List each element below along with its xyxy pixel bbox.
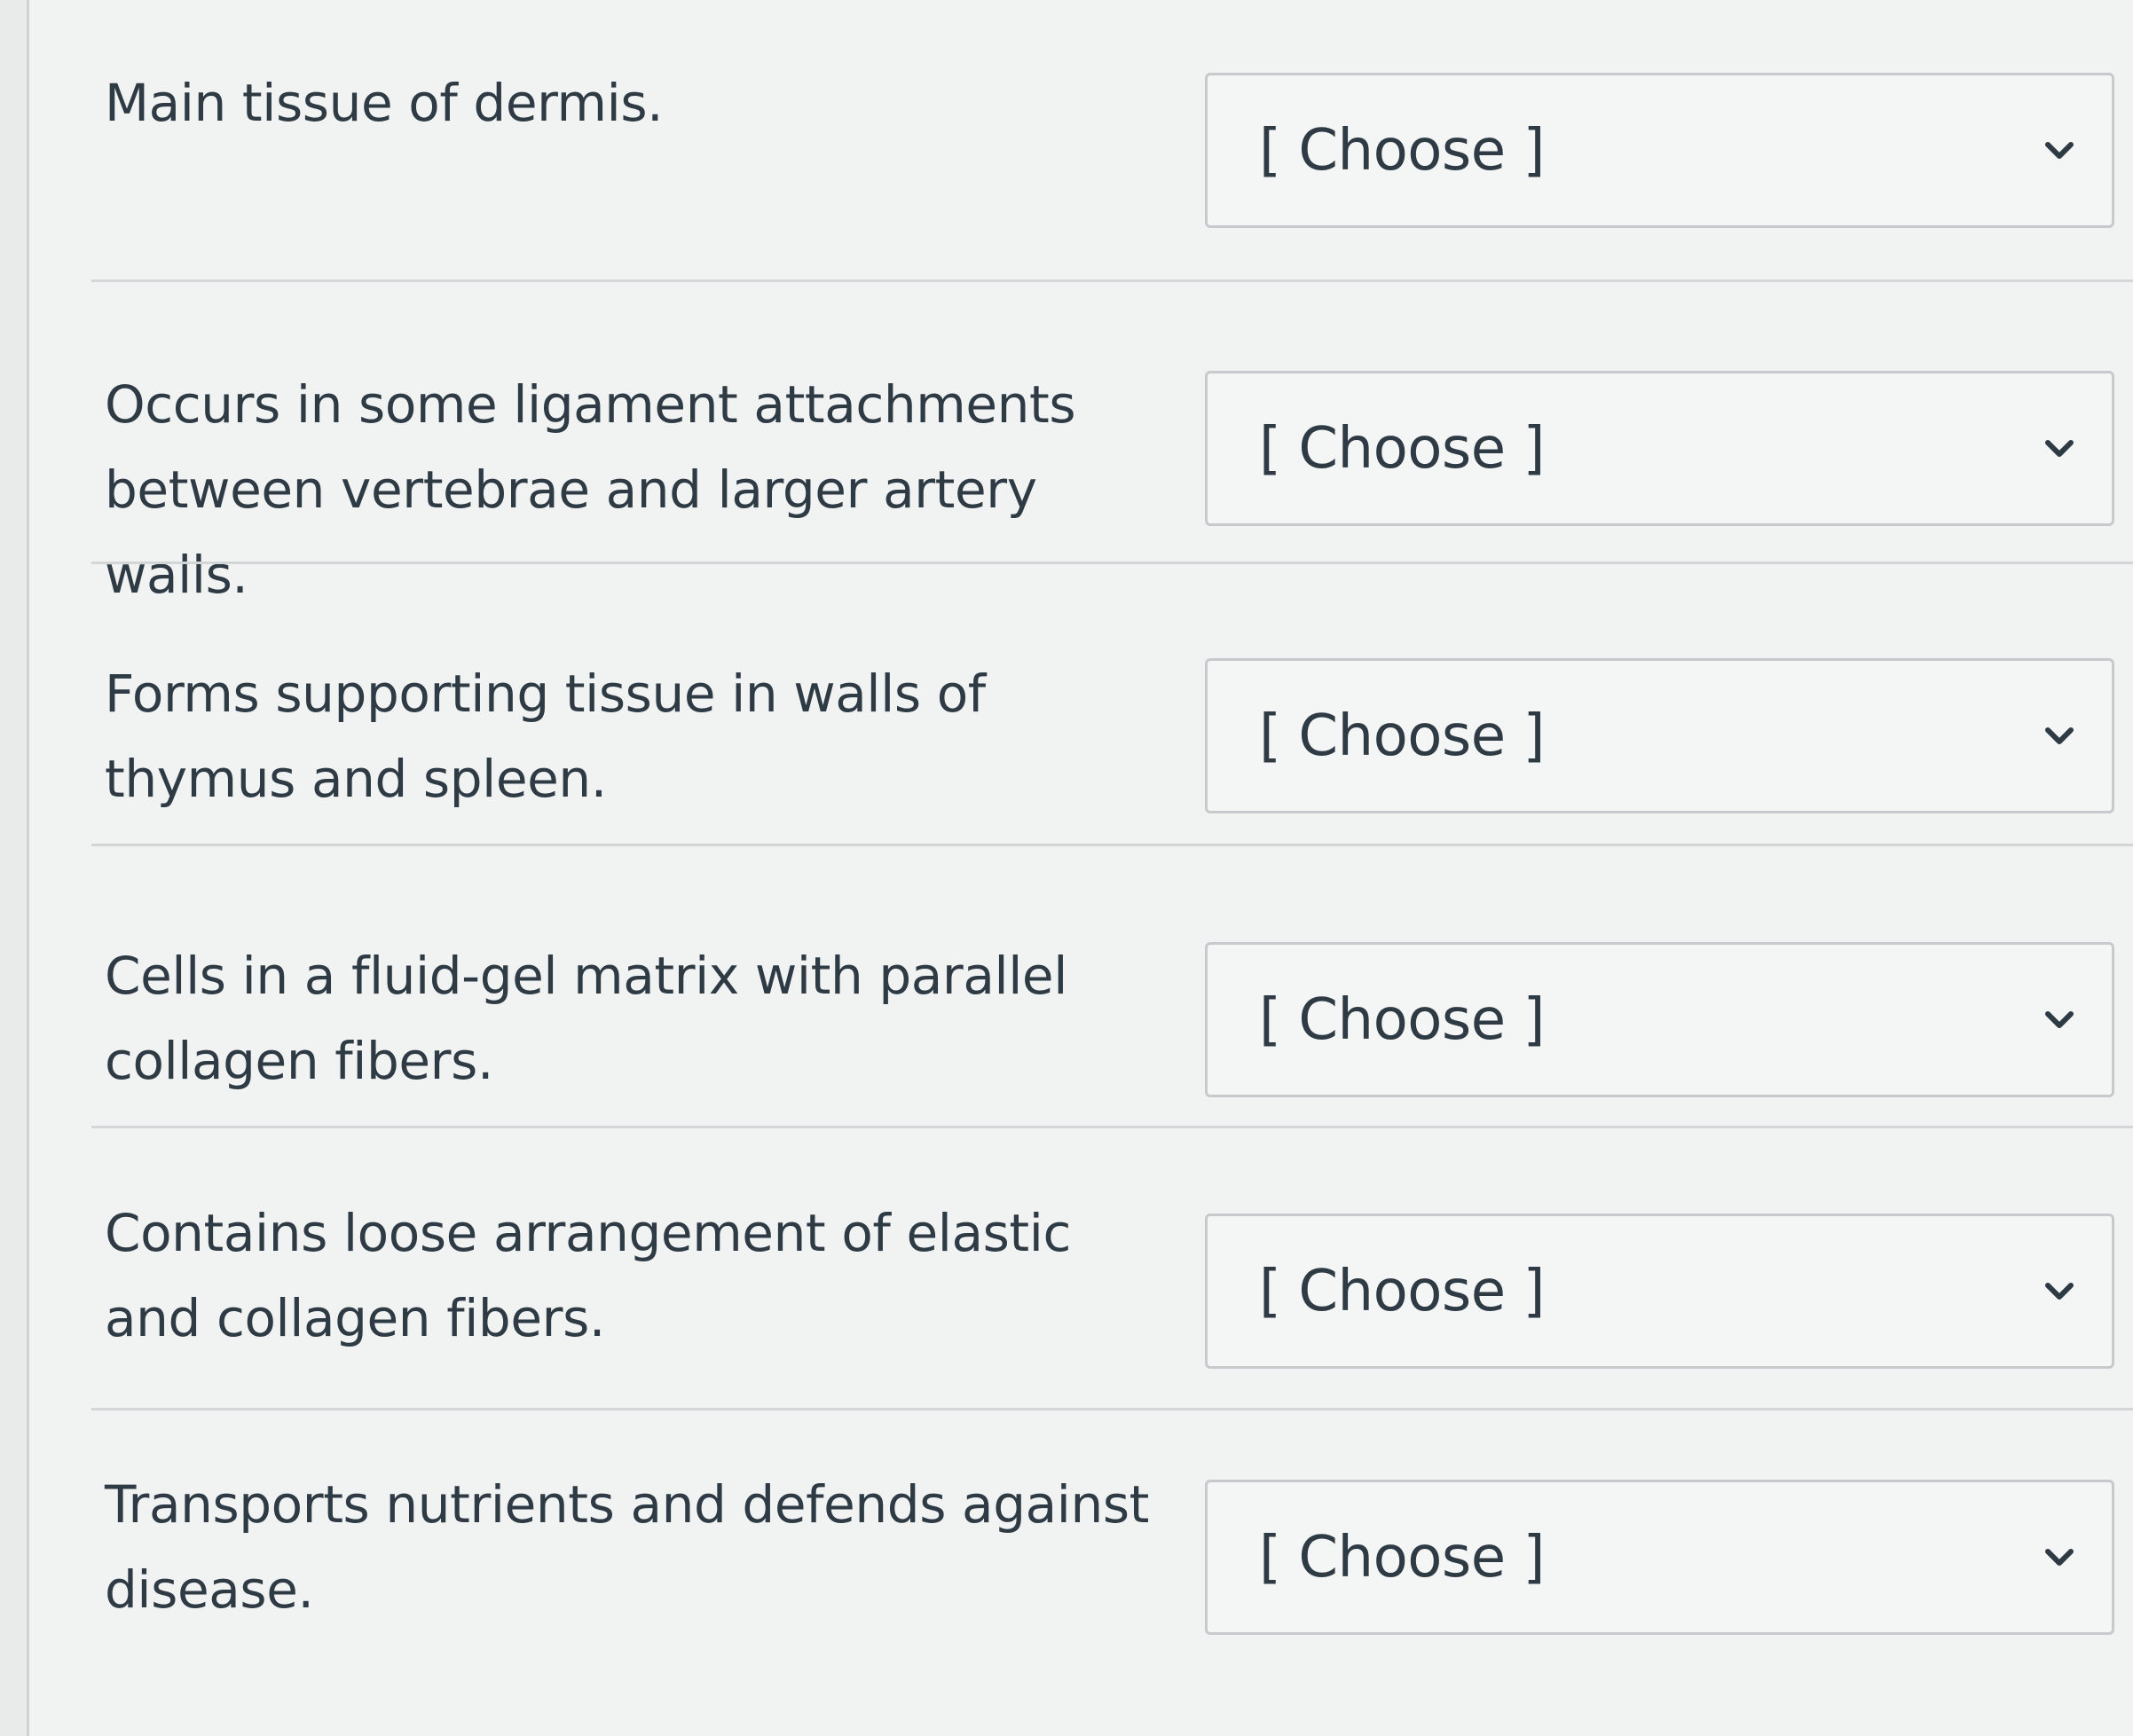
answer-select-value: [ Choose ] [1259, 703, 1545, 769]
matching-question-panel: Main tissue of dermis. [ Choose ] Occurs… [27, 0, 2133, 1736]
answer-select-value: [ Choose ] [1259, 986, 1545, 1053]
chevron-down-icon [2041, 430, 2078, 467]
match-prompt: Cells in a fluid-gel matrix with paralle… [105, 946, 1067, 1091]
match-row: Main tissue of dermis. [ Choose ] [29, 0, 2133, 282]
match-prompt: Forms supporting tissue in walls of thym… [105, 664, 986, 809]
match-row: Forms supporting tissue in walls of thym… [29, 564, 2133, 846]
answer-select-value: [ Choose ] [1259, 1258, 1545, 1324]
answer-select[interactable]: [ Choose ] [1205, 942, 2114, 1097]
match-row: Occurs in some ligament attachments betw… [29, 282, 2133, 605]
match-prompt: Contains loose arrangement of elastic an… [105, 1203, 1071, 1348]
chevron-down-icon [2041, 1539, 2078, 1576]
answer-select[interactable]: [ Choose ] [1205, 658, 2114, 813]
answer-select[interactable]: [ Choose ] [1205, 371, 2114, 526]
answer-select[interactable]: [ Choose ] [1205, 73, 2114, 228]
chevron-down-icon [2041, 1002, 2078, 1039]
match-row: Contains loose arrangement of elastic an… [29, 1128, 2133, 1410]
match-prompt: Main tissue of dermis. [105, 73, 664, 133]
chevron-down-icon [2041, 718, 2078, 755]
match-prompt: Transports nutrients and defends against… [105, 1474, 1149, 1620]
chevron-down-icon [2041, 1273, 2078, 1310]
match-row: Cells in a fluid-gel matrix with paralle… [29, 846, 2133, 1128]
answer-select-value: [ Choose ] [1259, 415, 1545, 482]
answer-select[interactable]: [ Choose ] [1205, 1480, 2114, 1635]
answer-select-value: [ Choose ] [1259, 1524, 1545, 1591]
answer-select[interactable]: [ Choose ] [1205, 1214, 2114, 1369]
answer-select-value: [ Choose ] [1259, 117, 1545, 184]
chevron-down-icon [2041, 132, 2078, 169]
match-row: Transports nutrients and defends against… [29, 1410, 2133, 1693]
